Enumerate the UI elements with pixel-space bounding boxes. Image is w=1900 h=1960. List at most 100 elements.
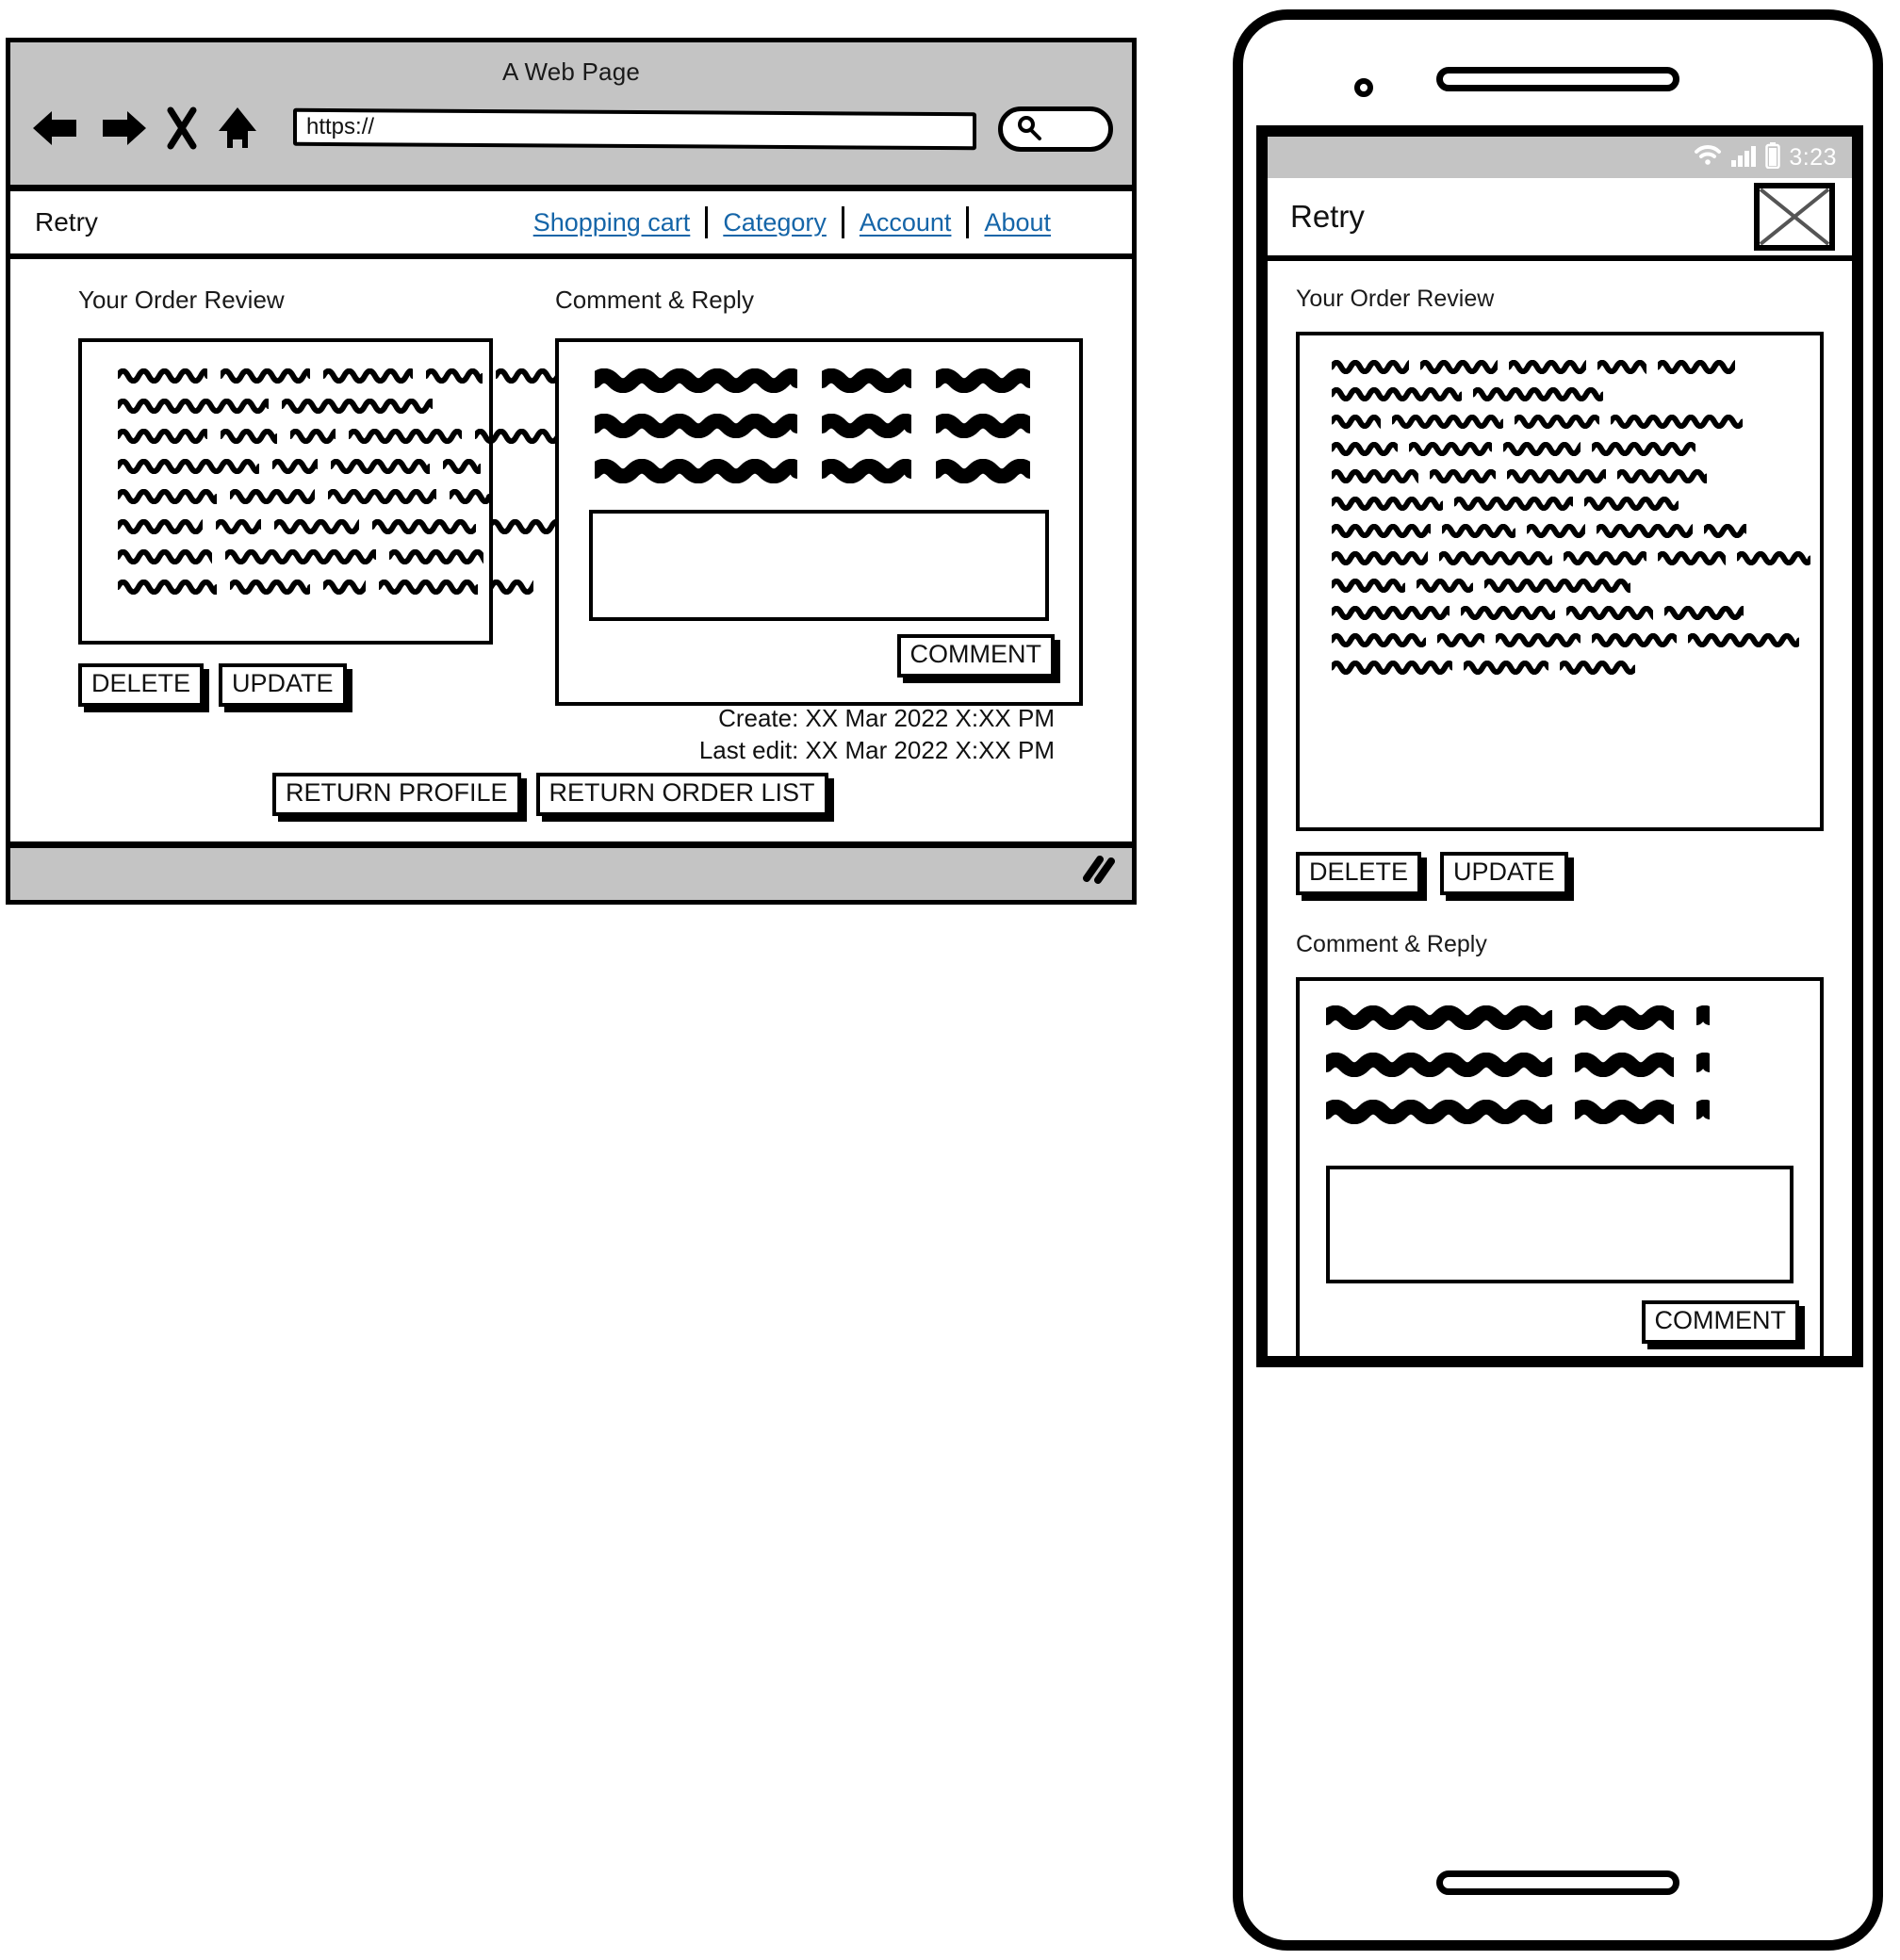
- search-icon: [1014, 113, 1042, 146]
- return-order-list-button[interactable]: RETURN ORDER LIST: [535, 773, 828, 817]
- scribble-word: [1496, 633, 1581, 647]
- phone-screen: 3:23 Retry Your Order Review DELETE UPDA…: [1256, 125, 1863, 1367]
- scribble-word: [1442, 524, 1515, 538]
- scribble-word: [1420, 360, 1498, 374]
- scribble-word: [822, 459, 911, 483]
- scribble-word: [595, 459, 797, 483]
- scribble-word: [331, 459, 430, 474]
- m-order-review-panel: [1296, 332, 1824, 831]
- scribble-word: [1430, 469, 1496, 483]
- scribble-word: [1509, 360, 1586, 374]
- nav-link-about[interactable]: About: [969, 208, 1066, 237]
- scribble-word: [1332, 606, 1450, 620]
- wifi-icon: [1694, 144, 1722, 172]
- scribble-word: [1564, 551, 1646, 565]
- scribble-word: [118, 459, 259, 474]
- update-button[interactable]: UPDATE: [219, 663, 347, 708]
- scribble-word: [118, 489, 217, 504]
- forward-arrow-icon[interactable]: [99, 106, 148, 151]
- scribble-word: [1737, 551, 1810, 565]
- scribble-word: [1484, 579, 1630, 593]
- scribble-word: [936, 459, 1030, 483]
- m-update-button[interactable]: UPDATE: [1440, 852, 1568, 896]
- scribble-word: [1592, 633, 1677, 647]
- delete-button[interactable]: DELETE: [78, 663, 205, 708]
- m-comment-button[interactable]: COMMENT: [1641, 1300, 1799, 1345]
- scribble-word: [118, 549, 212, 564]
- scribble-word: [1696, 1100, 1710, 1124]
- order-review-section: Your Order Review DELETE UPDATE: [78, 286, 585, 708]
- scribble-word: [1592, 442, 1695, 456]
- nav-link-category[interactable]: Category: [708, 208, 842, 237]
- scribble-word: [118, 429, 207, 444]
- created-timestamp: Create: XX Mar 2022 X:XX PM: [718, 704, 1055, 732]
- page-content: Your Order Review DELETE UPDATE Comment …: [10, 259, 1132, 841]
- url-input[interactable]: https://: [293, 107, 976, 151]
- comment-submit-row: COMMENT: [559, 634, 1055, 678]
- phone-frame: 3:23 Retry Your Order Review DELETE UPDA…: [1233, 9, 1883, 1951]
- scribble-word: [443, 459, 481, 474]
- comment-input[interactable]: [589, 510, 1049, 621]
- scribble-word: [1704, 524, 1746, 538]
- search-box[interactable]: [998, 106, 1113, 152]
- scribble-word: [1575, 1100, 1674, 1125]
- phone-camera-icon: [1354, 78, 1373, 97]
- scribble-word: [1688, 633, 1799, 647]
- nav-link-account[interactable]: Account: [844, 208, 967, 237]
- m-comment-reply-panel: COMMENT: [1296, 977, 1824, 1356]
- scribble-word: [274, 519, 359, 534]
- scribble-word: [1326, 1053, 1552, 1078]
- scribble-word: [230, 580, 310, 595]
- scribble-word: [936, 368, 1030, 393]
- comment-thread-text: [559, 368, 1079, 483]
- scribble-word: [225, 549, 376, 564]
- scribble-word: [1560, 661, 1635, 675]
- scribble-word: [1392, 415, 1503, 429]
- scribble-word: [1439, 551, 1552, 565]
- browser-frame: A Web Page https:// Retry Shopping cart …: [6, 38, 1137, 905]
- scribble-word: [1597, 524, 1693, 538]
- app-title: Retry: [1290, 199, 1365, 234]
- placeholder-x-box-icon[interactable]: [1754, 183, 1835, 251]
- scribble-word: [1332, 442, 1398, 456]
- scribble-word: [118, 399, 269, 414]
- scribble-word: [1332, 497, 1443, 511]
- nav-links: Shopping cart Category Account About: [518, 206, 1066, 238]
- scribble-word: [426, 368, 483, 384]
- scribble-word: [282, 399, 433, 414]
- scribble-word: [230, 489, 315, 504]
- signal-bars-icon: [1730, 144, 1757, 172]
- m-comment-input[interactable]: [1326, 1166, 1794, 1284]
- scribble-word: [491, 580, 533, 595]
- scribble-word: [1507, 469, 1606, 483]
- last-edit-timestamp: Last edit: XX Mar 2022 X:XX PM: [698, 736, 1055, 765]
- return-profile-button[interactable]: RETURN PROFILE: [272, 773, 521, 817]
- scribble-word: [1332, 579, 1405, 593]
- scribble-word: [475, 429, 560, 444]
- scribble-word: [379, 580, 478, 595]
- scribble-word: [290, 429, 336, 444]
- phone-home-bar[interactable]: [1436, 1870, 1679, 1895]
- comment-button[interactable]: COMMENT: [896, 634, 1055, 678]
- browser-window: A Web Page https:// Retry Shopping cart …: [6, 38, 1137, 905]
- scribble-word: [1461, 606, 1555, 620]
- scribble-word: [1658, 551, 1726, 565]
- scribble-word: [1696, 1005, 1710, 1030]
- scribble-word: [323, 580, 366, 595]
- site-navigation: Retry Shopping cart Category Account Abo…: [10, 191, 1132, 259]
- scribble-word: [1664, 606, 1744, 620]
- browser-chrome: A Web Page https://: [10, 42, 1132, 191]
- order-review-panel: [78, 338, 585, 645]
- nav-link-shopping-cart[interactable]: Shopping cart: [518, 208, 706, 237]
- scribble-word: [221, 429, 277, 444]
- scribble-word: [1597, 360, 1646, 374]
- phone-speaker: [1436, 67, 1679, 91]
- battery-icon: [1765, 141, 1781, 173]
- scribble-word: [1566, 606, 1653, 620]
- scribble-word: [1696, 1053, 1710, 1077]
- back-arrow-icon[interactable]: [31, 106, 80, 151]
- m-delete-button[interactable]: DELETE: [1296, 852, 1422, 896]
- resize-grip-icon[interactable]: [1079, 854, 1115, 889]
- close-x-icon[interactable]: [167, 106, 197, 150]
- home-icon[interactable]: [216, 105, 259, 152]
